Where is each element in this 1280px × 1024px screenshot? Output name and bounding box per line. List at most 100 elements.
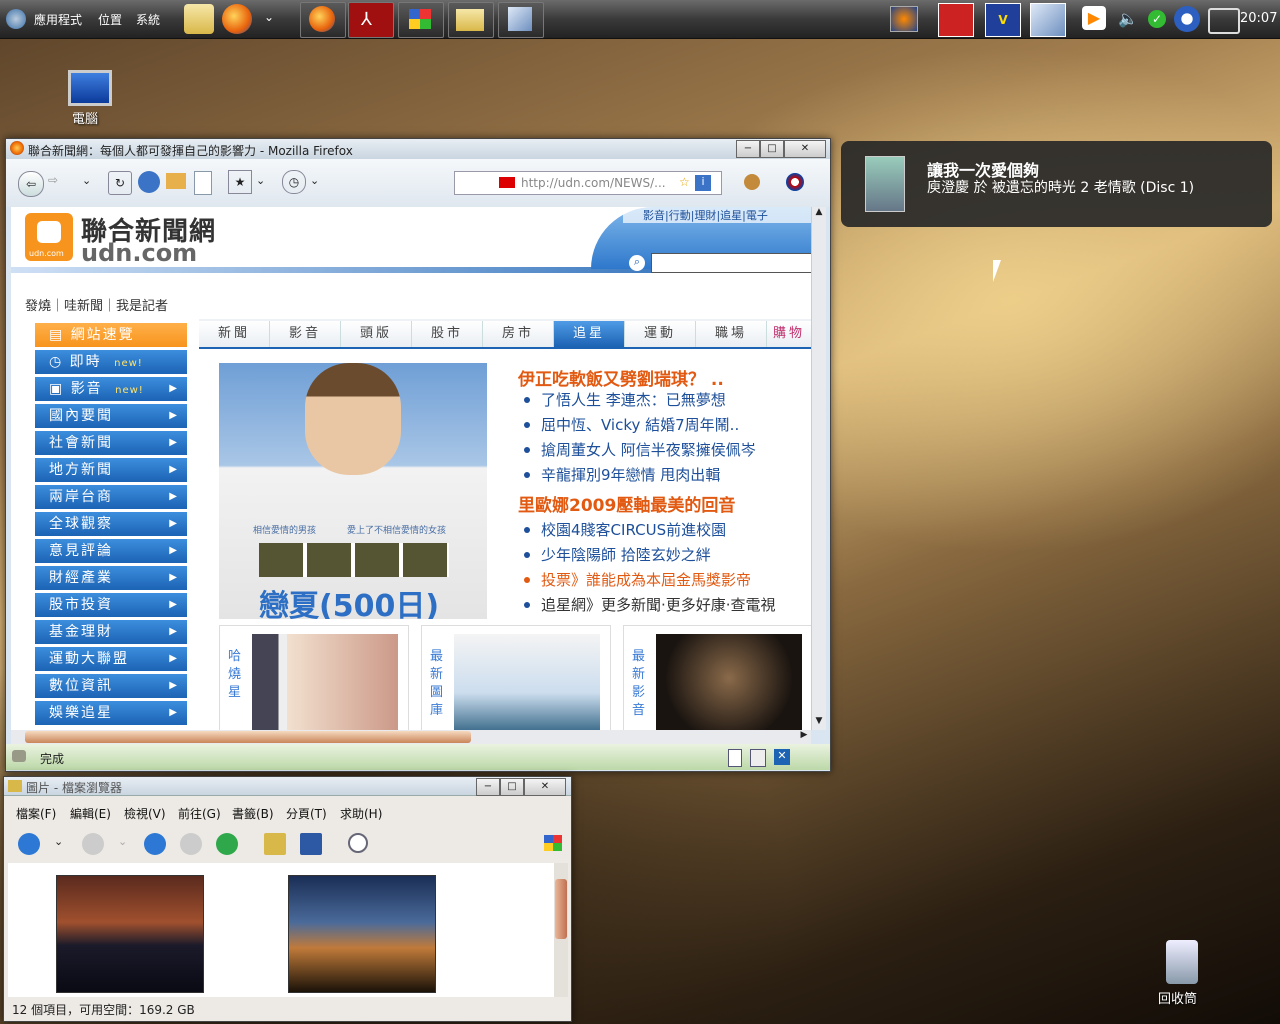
close-button[interactable]: ✕	[524, 778, 566, 796]
news-link-vote[interactable]: 投票》誰能成為本屆金馬獎影帝	[541, 569, 751, 590]
task-pdf-button[interactable]: ⅄	[348, 2, 394, 38]
reload-icon[interactable]	[216, 833, 238, 855]
sidebar-item-global[interactable]: 全球觀察 ▶	[35, 512, 187, 536]
news-link[interactable]: 搶周董女人 阿信半夜緊擁侯佩岑	[541, 439, 756, 460]
network-wired-icon[interactable]	[1208, 8, 1240, 34]
scroll-down-icon[interactable]: ▼	[812, 716, 826, 730]
trash-desktop-icon[interactable]: 回收筒	[1156, 940, 1216, 1010]
thumb-card-videos[interactable]: 最新影音	[623, 625, 811, 730]
clock-history-icon[interactable]: ◷	[282, 170, 306, 194]
menu-places[interactable]: 位置	[98, 11, 122, 28]
info-icon[interactable]: i	[695, 175, 711, 191]
computer-desktop-icon[interactable]: 電腦	[62, 70, 114, 130]
home-folder-icon[interactable]	[264, 833, 286, 855]
news-link[interactable]: 辛龍揮別9年戀情 甩肉出輯	[541, 464, 720, 485]
sidebar-item-funds[interactable]: 基金理財 ▶	[35, 620, 187, 644]
scroll-right-icon[interactable]: ▶	[797, 730, 811, 744]
top-link-mobile[interactable]: 行動	[669, 209, 691, 222]
menu-edit[interactable]: 編輯(E)	[70, 805, 111, 822]
news-link[interactable]: 追星網》更多新聞‧更多好康‧查電視	[541, 594, 776, 615]
history-dropdown-icon[interactable]: ⌄	[82, 174, 91, 187]
menu-help[interactable]: 求助(H)	[340, 805, 382, 822]
headline-2[interactable]: 里歐娜2009壓軸最美的回音	[518, 491, 735, 516]
tab-video[interactable]: 影音	[270, 321, 341, 347]
volume-icon[interactable]: 🔈	[1118, 9, 1138, 28]
clock-dropdown-icon[interactable]: ⌄	[310, 174, 319, 187]
photo-thumbnail-harbor-night[interactable]	[56, 875, 204, 993]
top-link-ebook[interactable]: 電子	[746, 209, 768, 222]
launcher-dropdown-icon[interactable]: ⌄	[264, 10, 274, 24]
tray-checkmark-app-icon[interactable]: V	[985, 3, 1021, 37]
reload-icon[interactable]: ↻	[108, 171, 132, 195]
sidebar-item-opinion[interactable]: 意見評論 ▶	[35, 539, 187, 563]
news-link[interactable]: 校園4賤客CIRCUS前進校園	[541, 519, 726, 540]
ubuntu-logo-icon[interactable]	[6, 9, 26, 29]
thumb-card-gallery[interactable]: 最新圖庫	[421, 625, 611, 730]
movie-poster-image[interactable]: 相信愛情的男孩 愛上了不相信愛情的女孩 戀夏(500日)	[219, 363, 487, 619]
media-player-icon[interactable]: ▶	[1082, 6, 1106, 30]
firefox-launcher-icon[interactable]	[222, 4, 252, 34]
menu-system[interactable]: 系統	[136, 11, 160, 28]
minimize-button[interactable]: −	[736, 140, 760, 158]
tab-shopping[interactable]: 購物	[767, 321, 811, 347]
sidebar-item-digital[interactable]: 數位資訊 ▶	[35, 674, 187, 698]
top-link-stars[interactable]: 追星	[720, 209, 742, 222]
forward-dropdown-icon[interactable]: ⌄	[118, 835, 127, 848]
scroll-up-icon[interactable]: ▲	[812, 207, 826, 221]
sidebar-item-entertainment[interactable]: 娛樂追星 ▶	[35, 701, 187, 725]
addon-icon[interactable]	[786, 173, 804, 191]
forward-icon[interactable]: ⇨	[48, 173, 68, 193]
back-dropdown-icon[interactable]: ⌄	[54, 835, 63, 848]
tab-sports[interactable]: 運動	[625, 321, 696, 347]
back-icon[interactable]: ⇦	[18, 171, 44, 197]
news-link[interactable]: 了悟人生 李連杰：已無夢想	[541, 389, 726, 410]
task-firefox-button[interactable]	[300, 2, 346, 38]
menu-applications[interactable]: 應用程式	[34, 11, 82, 28]
close-button[interactable]: ✕	[784, 140, 826, 158]
menu-view[interactable]: 檢視(V)	[124, 805, 166, 822]
scroll-thumb[interactable]	[25, 731, 471, 743]
update-check-icon[interactable]: ✓	[1148, 10, 1166, 28]
menu-tabs[interactable]: 分頁(T)	[286, 805, 327, 822]
tray-firefox-icon[interactable]	[890, 6, 918, 32]
tab-housing[interactable]: 房市	[483, 321, 554, 347]
cookie-icon[interactable]	[744, 174, 760, 190]
sidebar-item-overview[interactable]: ▤ 網站速覽	[35, 323, 187, 347]
computer-icon[interactable]	[300, 833, 322, 855]
task-folder-button[interactable]	[448, 2, 494, 38]
scroll-thumb[interactable]	[555, 879, 567, 939]
now-playing-notification[interactable]: 讓我一次愛個夠 庾澄慶 於 被遺忘的時光 2 老情歌 (Disc 1)	[841, 141, 1272, 227]
menu-file[interactable]: 檔案(F)	[16, 805, 56, 822]
stop-icon[interactable]	[180, 833, 202, 855]
tab-stars-active[interactable]: 追星	[554, 321, 625, 347]
tab-jobs[interactable]: 職場	[696, 321, 767, 347]
maximize-button[interactable]: □	[500, 778, 524, 796]
bookmark-star-icon[interactable]: ☆	[679, 175, 690, 189]
status-addon-icon[interactable]: ✕	[774, 749, 790, 765]
sidebar-item-sports[interactable]: 運動大聯盟 ▶	[35, 647, 187, 671]
file-vertical-scrollbar[interactable]	[554, 863, 568, 997]
task-cube-button[interactable]	[498, 2, 544, 38]
tab-stocks[interactable]: 股市	[412, 321, 483, 347]
tray-book-icon[interactable]	[938, 3, 974, 37]
headline-1[interactable]: 伊正吃軟飯又劈劉瑞琪？ ..	[518, 365, 724, 390]
news-link[interactable]: 少年陰陽師 拾陸玄妙之絆	[541, 544, 711, 565]
sidebar-item-stocks[interactable]: 股市投資 ▶	[35, 593, 187, 617]
sidebar-item-instant[interactable]: ◷ 即時 new!	[35, 350, 187, 374]
star-dropdown-icon[interactable]: ⌄	[256, 174, 265, 187]
url-bar[interactable]: http://udn.com/NEWS/... ☆ i	[454, 171, 722, 195]
tab-news[interactable]: 新聞	[199, 321, 270, 347]
sidebar-toggle-icon[interactable]	[194, 171, 212, 195]
status-script-icon[interactable]	[750, 749, 766, 767]
vertical-scrollbar[interactable]: ▲ ▼	[811, 207, 826, 730]
firefox-window[interactable]: 聯合新聞網：每個人都可發揮自己的影響力 - Mozilla Firefox − …	[5, 138, 831, 772]
sidebar-item-local[interactable]: 地方新聞 ▶	[35, 458, 187, 482]
url-text[interactable]: http://udn.com/NEWS/...	[521, 176, 666, 190]
task-windows-button[interactable]	[398, 2, 444, 38]
file-browser-window[interactable]: 圖片 - 檔案瀏覽器 − □ ✕ 檔案(F) 編輯(E) 檢視(V) 前往(G)…	[3, 776, 572, 1022]
search-icon[interactable]: ⌕	[629, 255, 645, 271]
site-search-input[interactable]	[651, 253, 811, 273]
maximize-button[interactable]: □	[760, 140, 784, 158]
udn-logo[interactable]: udn.com 聯合新聞網 udn.com	[25, 213, 245, 269]
up-icon[interactable]	[144, 833, 166, 855]
